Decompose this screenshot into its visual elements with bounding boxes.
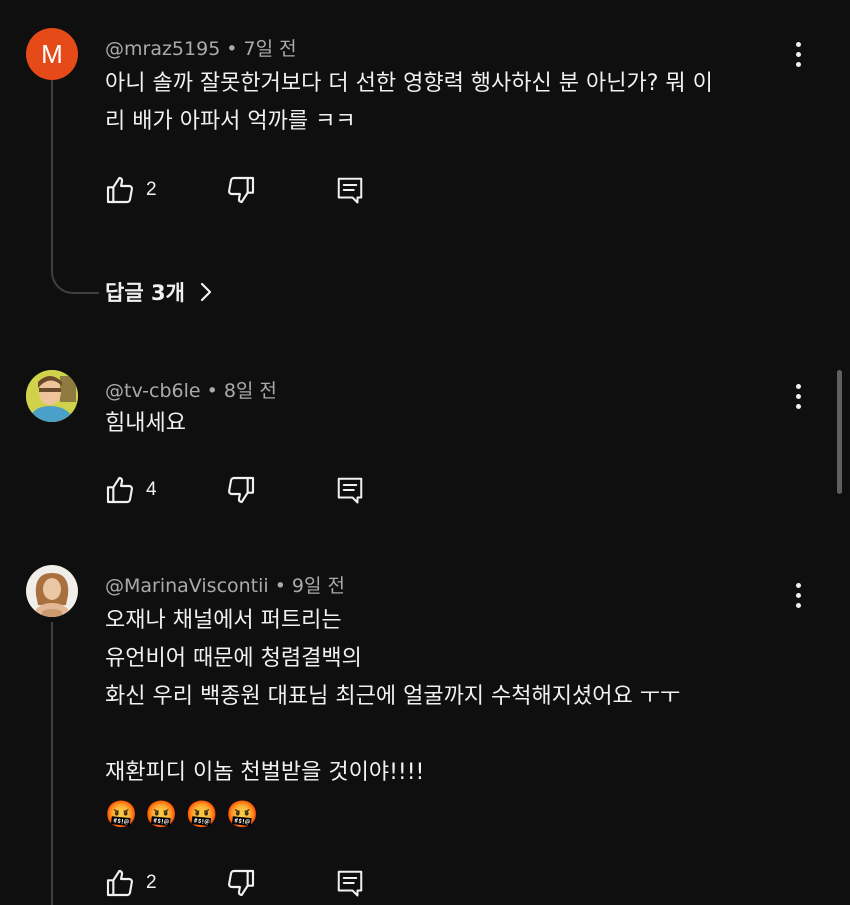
- dislike-button[interactable]: [225, 863, 257, 903]
- meta-separator: •: [274, 575, 286, 597]
- thumb-down-icon: [228, 476, 255, 504]
- more-vert-icon-dot: [795, 51, 801, 57]
- more-vert-icon-dot: [795, 592, 801, 598]
- more-vert-icon: [795, 41, 801, 47]
- comment-meta: @mraz5195 • 7일 전: [105, 34, 297, 61]
- reply-button[interactable]: [335, 863, 365, 903]
- angry-face-emoji: 🤬: [145, 800, 178, 830]
- dislike-button[interactable]: [225, 470, 257, 510]
- comment-time[interactable]: 7일 전: [244, 38, 297, 60]
- comment-author[interactable]: @mraz5195: [105, 38, 220, 60]
- emoji-row: 🤬 🤬 🤬 🤬: [105, 800, 259, 830]
- thumb-up-icon: [106, 176, 133, 204]
- comment-reply-icon: [337, 477, 363, 504]
- view-replies-button[interactable]: 답글 3개: [105, 277, 213, 307]
- comment-reply-icon: [337, 870, 363, 897]
- comment-3: @MarinaViscontii • 9일 전 오재나 채널에서 퍼트리는 유언비어…: [0, 555, 850, 905]
- comment-1: M @mraz5195 • 7일 전 아니 솔까 잘못한거보다 더 선한 영향력 행…: [0, 0, 850, 320]
- avatar-image: [26, 565, 78, 617]
- more-vert-icon-dot: [795, 602, 801, 608]
- angry-face-emoji: 🤬: [105, 800, 138, 830]
- comment-reply-icon: [337, 177, 363, 204]
- thumb-down-icon: [228, 176, 255, 204]
- like-count: 2: [146, 872, 157, 893]
- scrollbar[interactable]: [837, 370, 842, 494]
- more-vert-icon-dot: [795, 403, 801, 409]
- chevron-right-icon: [200, 282, 211, 302]
- comment-time[interactable]: 8일 전: [224, 380, 277, 402]
- comment-actions: 4: [100, 470, 400, 510]
- like-button[interactable]: 4: [104, 470, 157, 510]
- comment-2: @tv-cb6le • 8일 전 힘내세요 4: [0, 360, 850, 530]
- more-vert-icon-dot: [795, 393, 801, 399]
- reply-button[interactable]: [335, 170, 365, 210]
- dislike-button[interactable]: [225, 170, 257, 210]
- avatar[interactable]: [26, 370, 78, 422]
- comment-actions: 2: [100, 170, 400, 210]
- comment-meta: @MarinaViscontii • 9일 전: [105, 571, 345, 598]
- comment-text: 오재나 채널에서 퍼트리는 유언비어 때문에 청렴결백의 화신 우리 백종원 대…: [105, 608, 681, 785]
- like-count: 2: [146, 179, 157, 200]
- meta-separator: •: [226, 38, 238, 60]
- replies-label: 답글 3개: [105, 281, 185, 305]
- more-vert-icon: [795, 383, 801, 389]
- comment-text: 아니 솔까 잘못한거보다 더 선한 영향력 행사하신 분 아닌가? 뭐 이 리 …: [105, 71, 713, 134]
- avatar[interactable]: M: [26, 28, 78, 80]
- like-button[interactable]: 2: [104, 863, 157, 903]
- comment-actions: 2: [100, 863, 400, 903]
- angry-face-emoji: 🤬: [226, 800, 259, 830]
- comment-meta: @tv-cb6le • 8일 전: [105, 376, 277, 403]
- avatar-letter: M: [41, 38, 63, 69]
- more-vert-icon: [795, 582, 801, 588]
- angry-face-emoji: 🤬: [185, 800, 219, 830]
- more-vert-icon-dot: [795, 61, 801, 67]
- meta-separator: •: [206, 380, 218, 402]
- comment-author[interactable]: @MarinaViscontii: [105, 575, 269, 597]
- comment-author[interactable]: @tv-cb6le: [105, 380, 201, 402]
- like-button[interactable]: 2: [104, 170, 157, 210]
- thumb-up-icon: [106, 476, 133, 504]
- thumb-down-icon: [228, 869, 255, 897]
- comment-text: 힘내세요: [105, 411, 186, 436]
- reply-button[interactable]: [335, 470, 365, 510]
- avatar-image: [26, 370, 78, 422]
- comment-time[interactable]: 9일 전: [292, 575, 345, 597]
- thumb-up-icon: [106, 869, 133, 897]
- like-count: 4: [146, 479, 157, 500]
- avatar[interactable]: [26, 565, 78, 617]
